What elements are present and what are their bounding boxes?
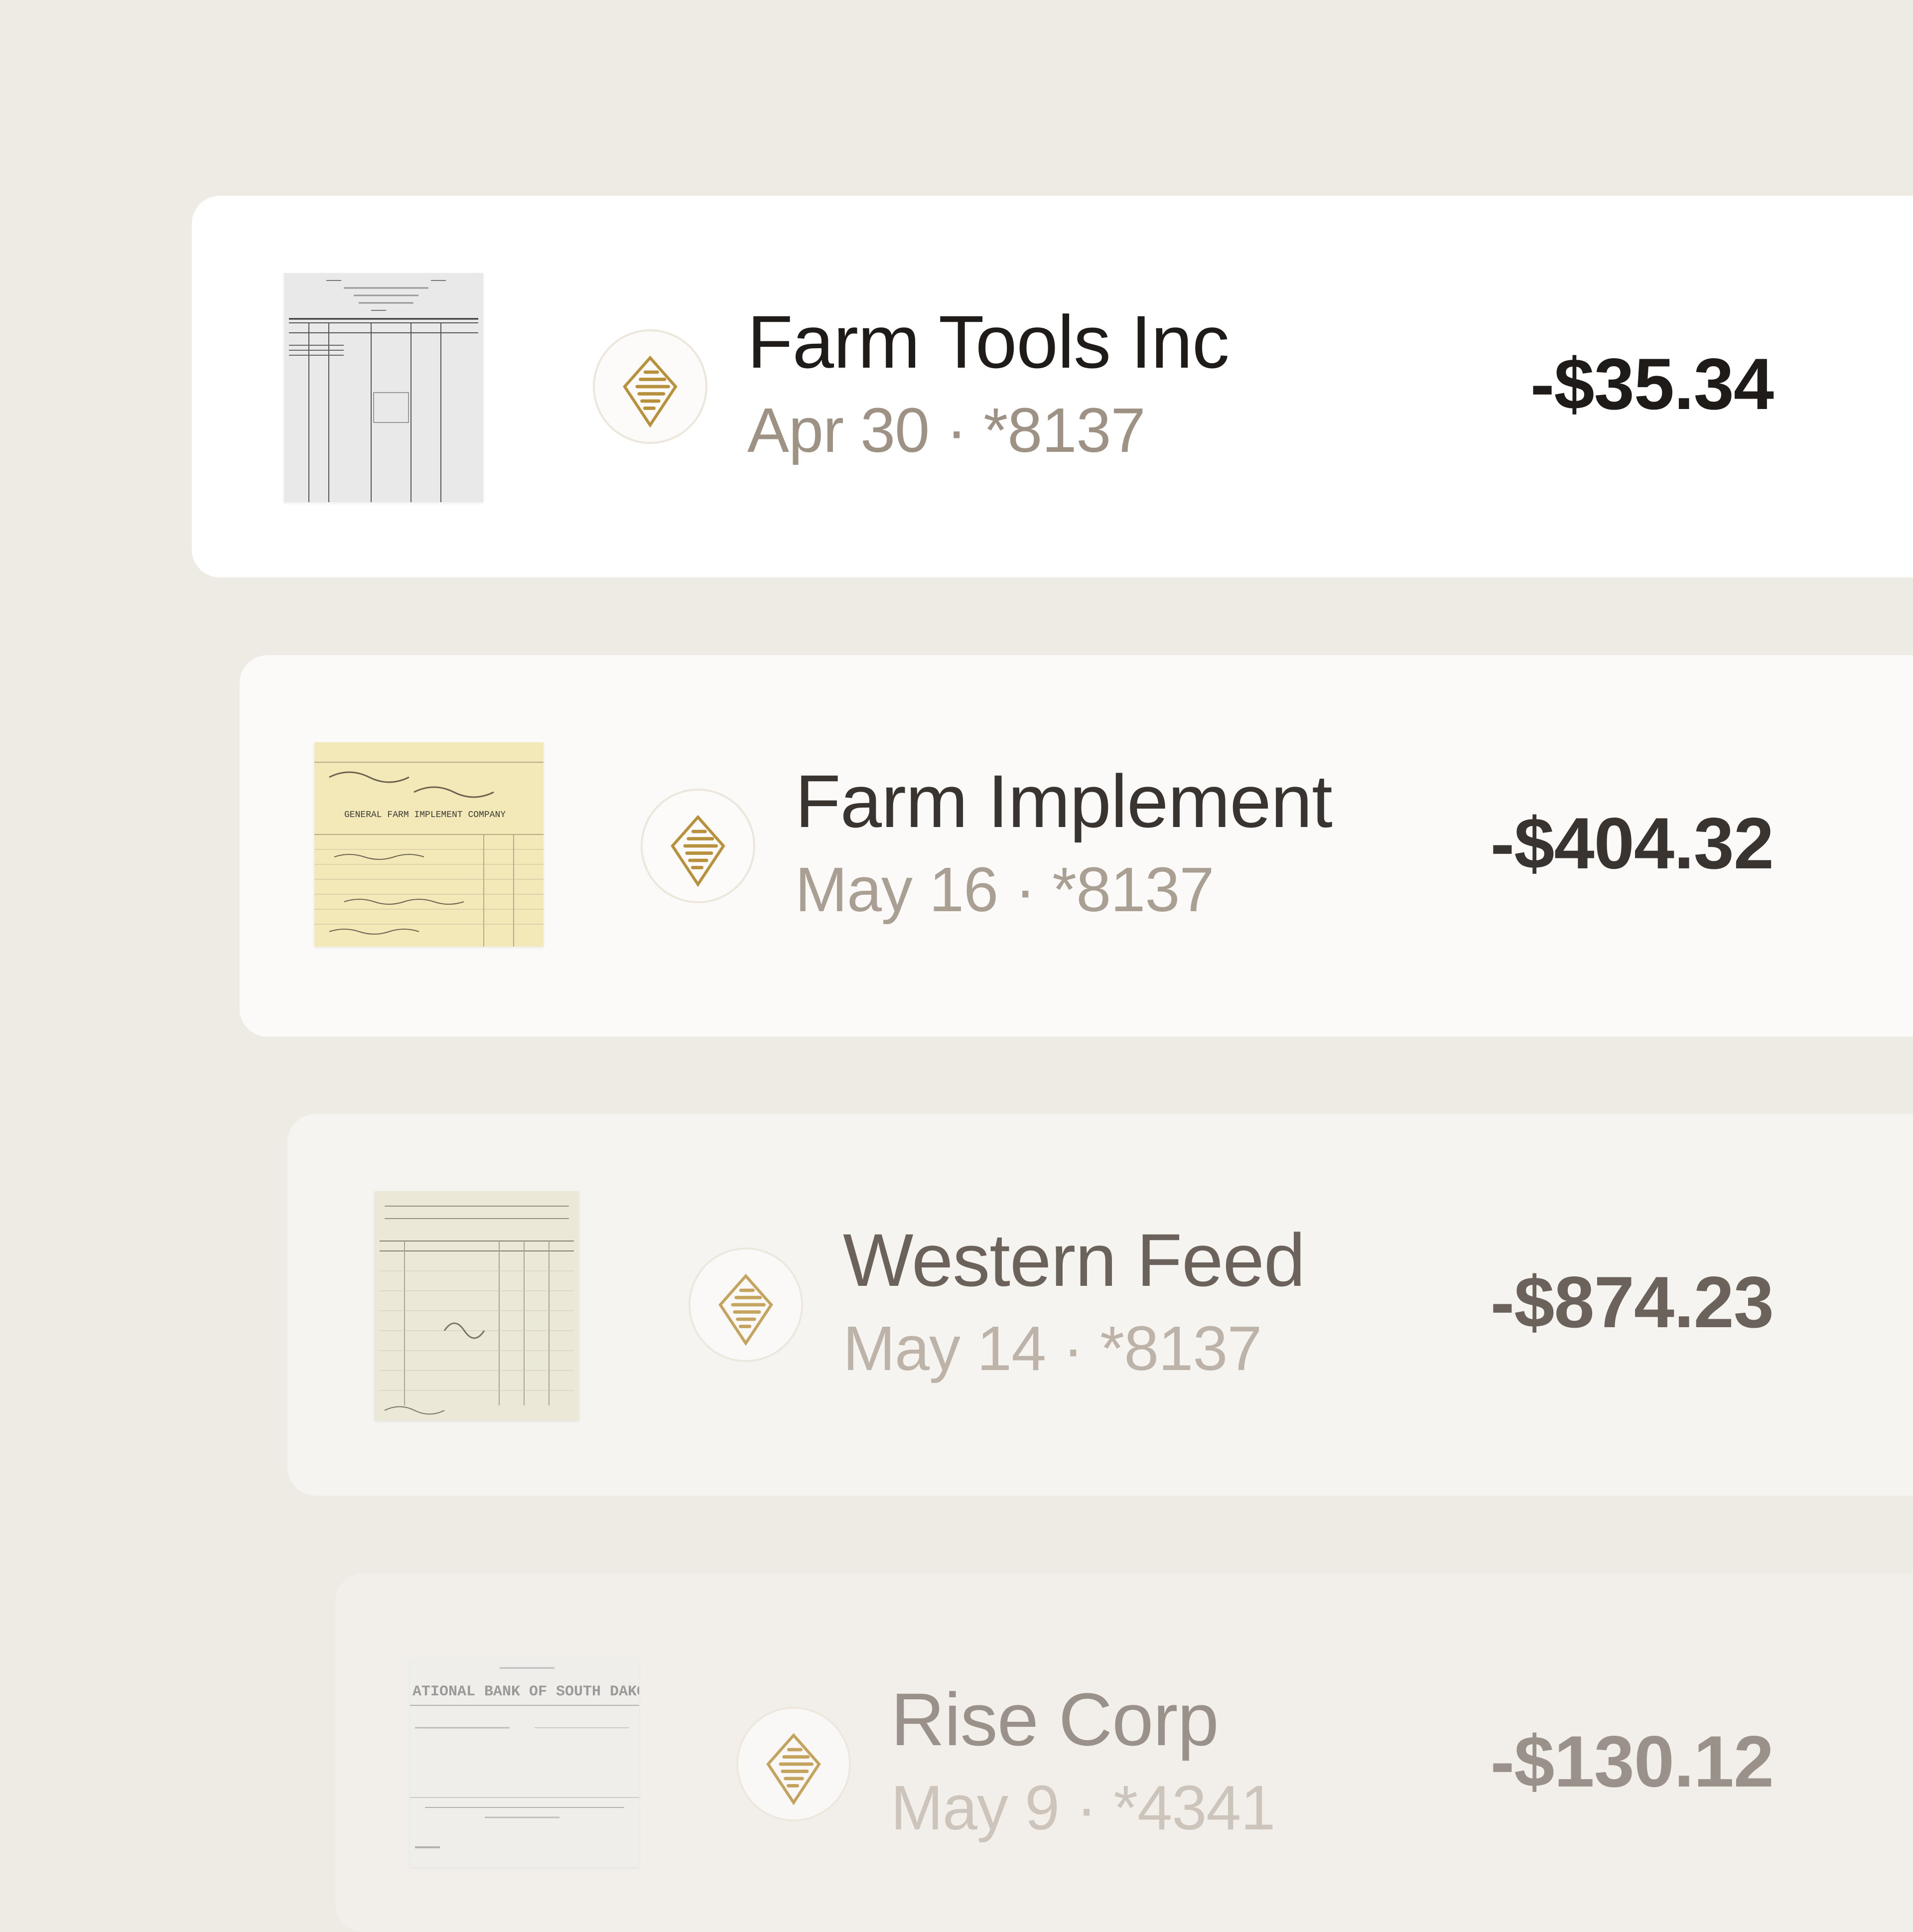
receipt-thumbnail[interactable]: [284, 273, 483, 502]
receipt-thumbnail[interactable]: [375, 1191, 579, 1420]
merchant-logo-icon: [736, 1707, 851, 1821]
transaction-card[interactable]: ATIONAL BANK OF SOUTH DAKOT Rise Corp Ma…: [335, 1573, 1913, 1932]
transaction-card[interactable]: Farm Tools Inc Apr 30 · *8137 -$35.34: [192, 196, 1913, 577]
receipt-thumbnail[interactable]: ATIONAL BANK OF SOUTH DAKOT: [410, 1658, 639, 1867]
merchant-logo-icon: [593, 329, 707, 444]
transaction-date-card: May 14 · *8137: [843, 1313, 1262, 1383]
transaction-amount: -$874.23: [1490, 1261, 1774, 1343]
merchant-logo-icon: [688, 1247, 803, 1362]
merchant-logo-icon: [641, 789, 755, 903]
transaction-card[interactable]: GENERAL FARM IMPLEMENT COMPANY Farm Impl…: [240, 655, 1913, 1037]
transaction-amount: -$404.32: [1490, 803, 1774, 884]
merchant-name: Farm Tools Inc: [747, 300, 1230, 384]
transaction-date-card: May 9 · *4341: [891, 1773, 1275, 1843]
svg-text:ATIONAL BANK OF SOUTH DAKOT: ATIONAL BANK OF SOUTH DAKOT: [412, 1683, 639, 1700]
merchant-name: Rise Corp: [891, 1677, 1219, 1761]
transaction-amount: -$35.34: [1530, 343, 1774, 424]
receipt-thumbnail[interactable]: GENERAL FARM IMPLEMENT COMPANY: [314, 742, 544, 947]
merchant-name: Farm Implement: [795, 759, 1333, 843]
svg-text:GENERAL FARM IMPLEMENT COMPANY: GENERAL FARM IMPLEMENT COMPANY: [344, 810, 506, 820]
transaction-date-card: May 16 · *8137: [795, 854, 1214, 925]
transaction-date-card: Apr 30 · *8137: [747, 395, 1146, 465]
transaction-amount: -$130.12: [1490, 1721, 1774, 1802]
transaction-card[interactable]: Western Feed May 14 · *8137 -$874.23: [287, 1114, 1913, 1496]
merchant-name: Western Feed: [843, 1218, 1305, 1302]
